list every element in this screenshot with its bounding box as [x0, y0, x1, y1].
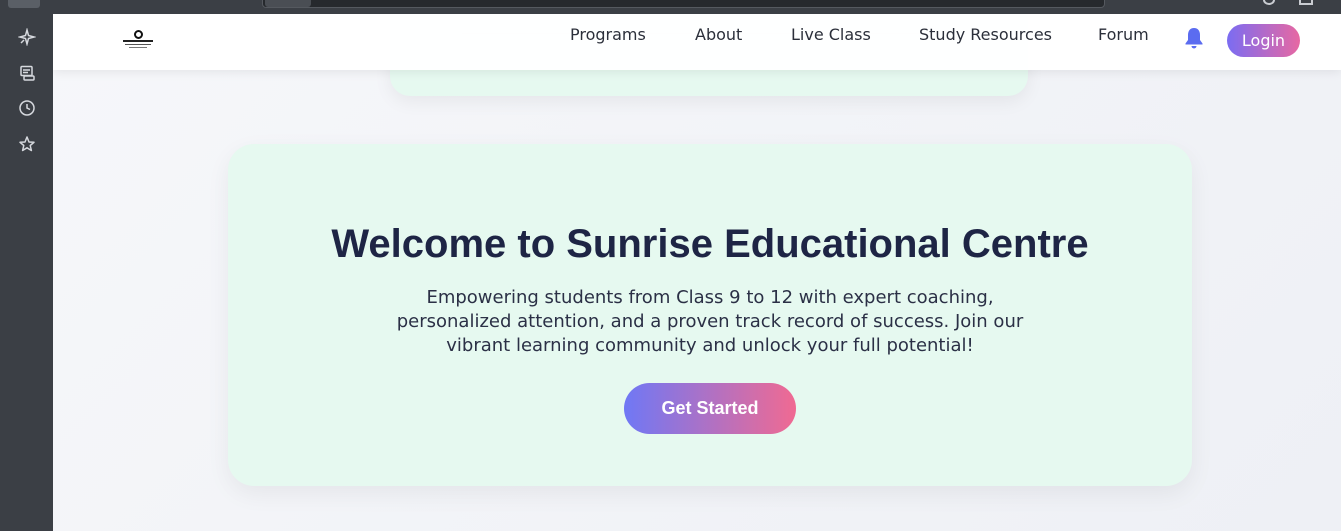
bell-icon[interactable] [1183, 26, 1205, 50]
browser-sidebar [0, 14, 53, 531]
star-icon[interactable] [18, 135, 36, 153]
hero-description: Empowering students from Class 9 to 12 w… [396, 287, 1024, 356]
login-button[interactable]: Login [1227, 24, 1300, 57]
nav-link-forum[interactable]: Forum [1098, 25, 1149, 45]
hero-section: Welcome to Sunrise Educational Centre Em… [228, 144, 1192, 486]
nav-link-programs[interactable]: Programs [570, 25, 646, 45]
history-icon[interactable] [18, 99, 36, 117]
sparkle-icon[interactable] [18, 28, 36, 46]
site-logo[interactable] [118, 22, 158, 62]
extensions-icon[interactable] [1263, 0, 1275, 5]
browser-toolbar [0, 0, 1341, 14]
site-info-icon[interactable] [265, 0, 311, 7]
hero-title: Welcome to Sunrise Educational Centre [331, 222, 1089, 266]
site-navbar: Programs About Live Class Study Resource… [53, 14, 1341, 70]
nav-link-live-class[interactable]: Live Class [791, 25, 871, 45]
window-icon[interactable] [1299, 0, 1313, 5]
save-icon[interactable] [18, 64, 36, 82]
address-bar[interactable] [262, 0, 1105, 8]
sidebar-toggle-button[interactable] [8, 0, 40, 8]
nav-link-about[interactable]: About [695, 25, 742, 45]
page-viewport: Programs About Live Class Study Resource… [53, 14, 1341, 531]
nav-link-study-resources[interactable]: Study Resources [919, 25, 1052, 45]
get-started-button[interactable]: Get Started [624, 383, 796, 434]
